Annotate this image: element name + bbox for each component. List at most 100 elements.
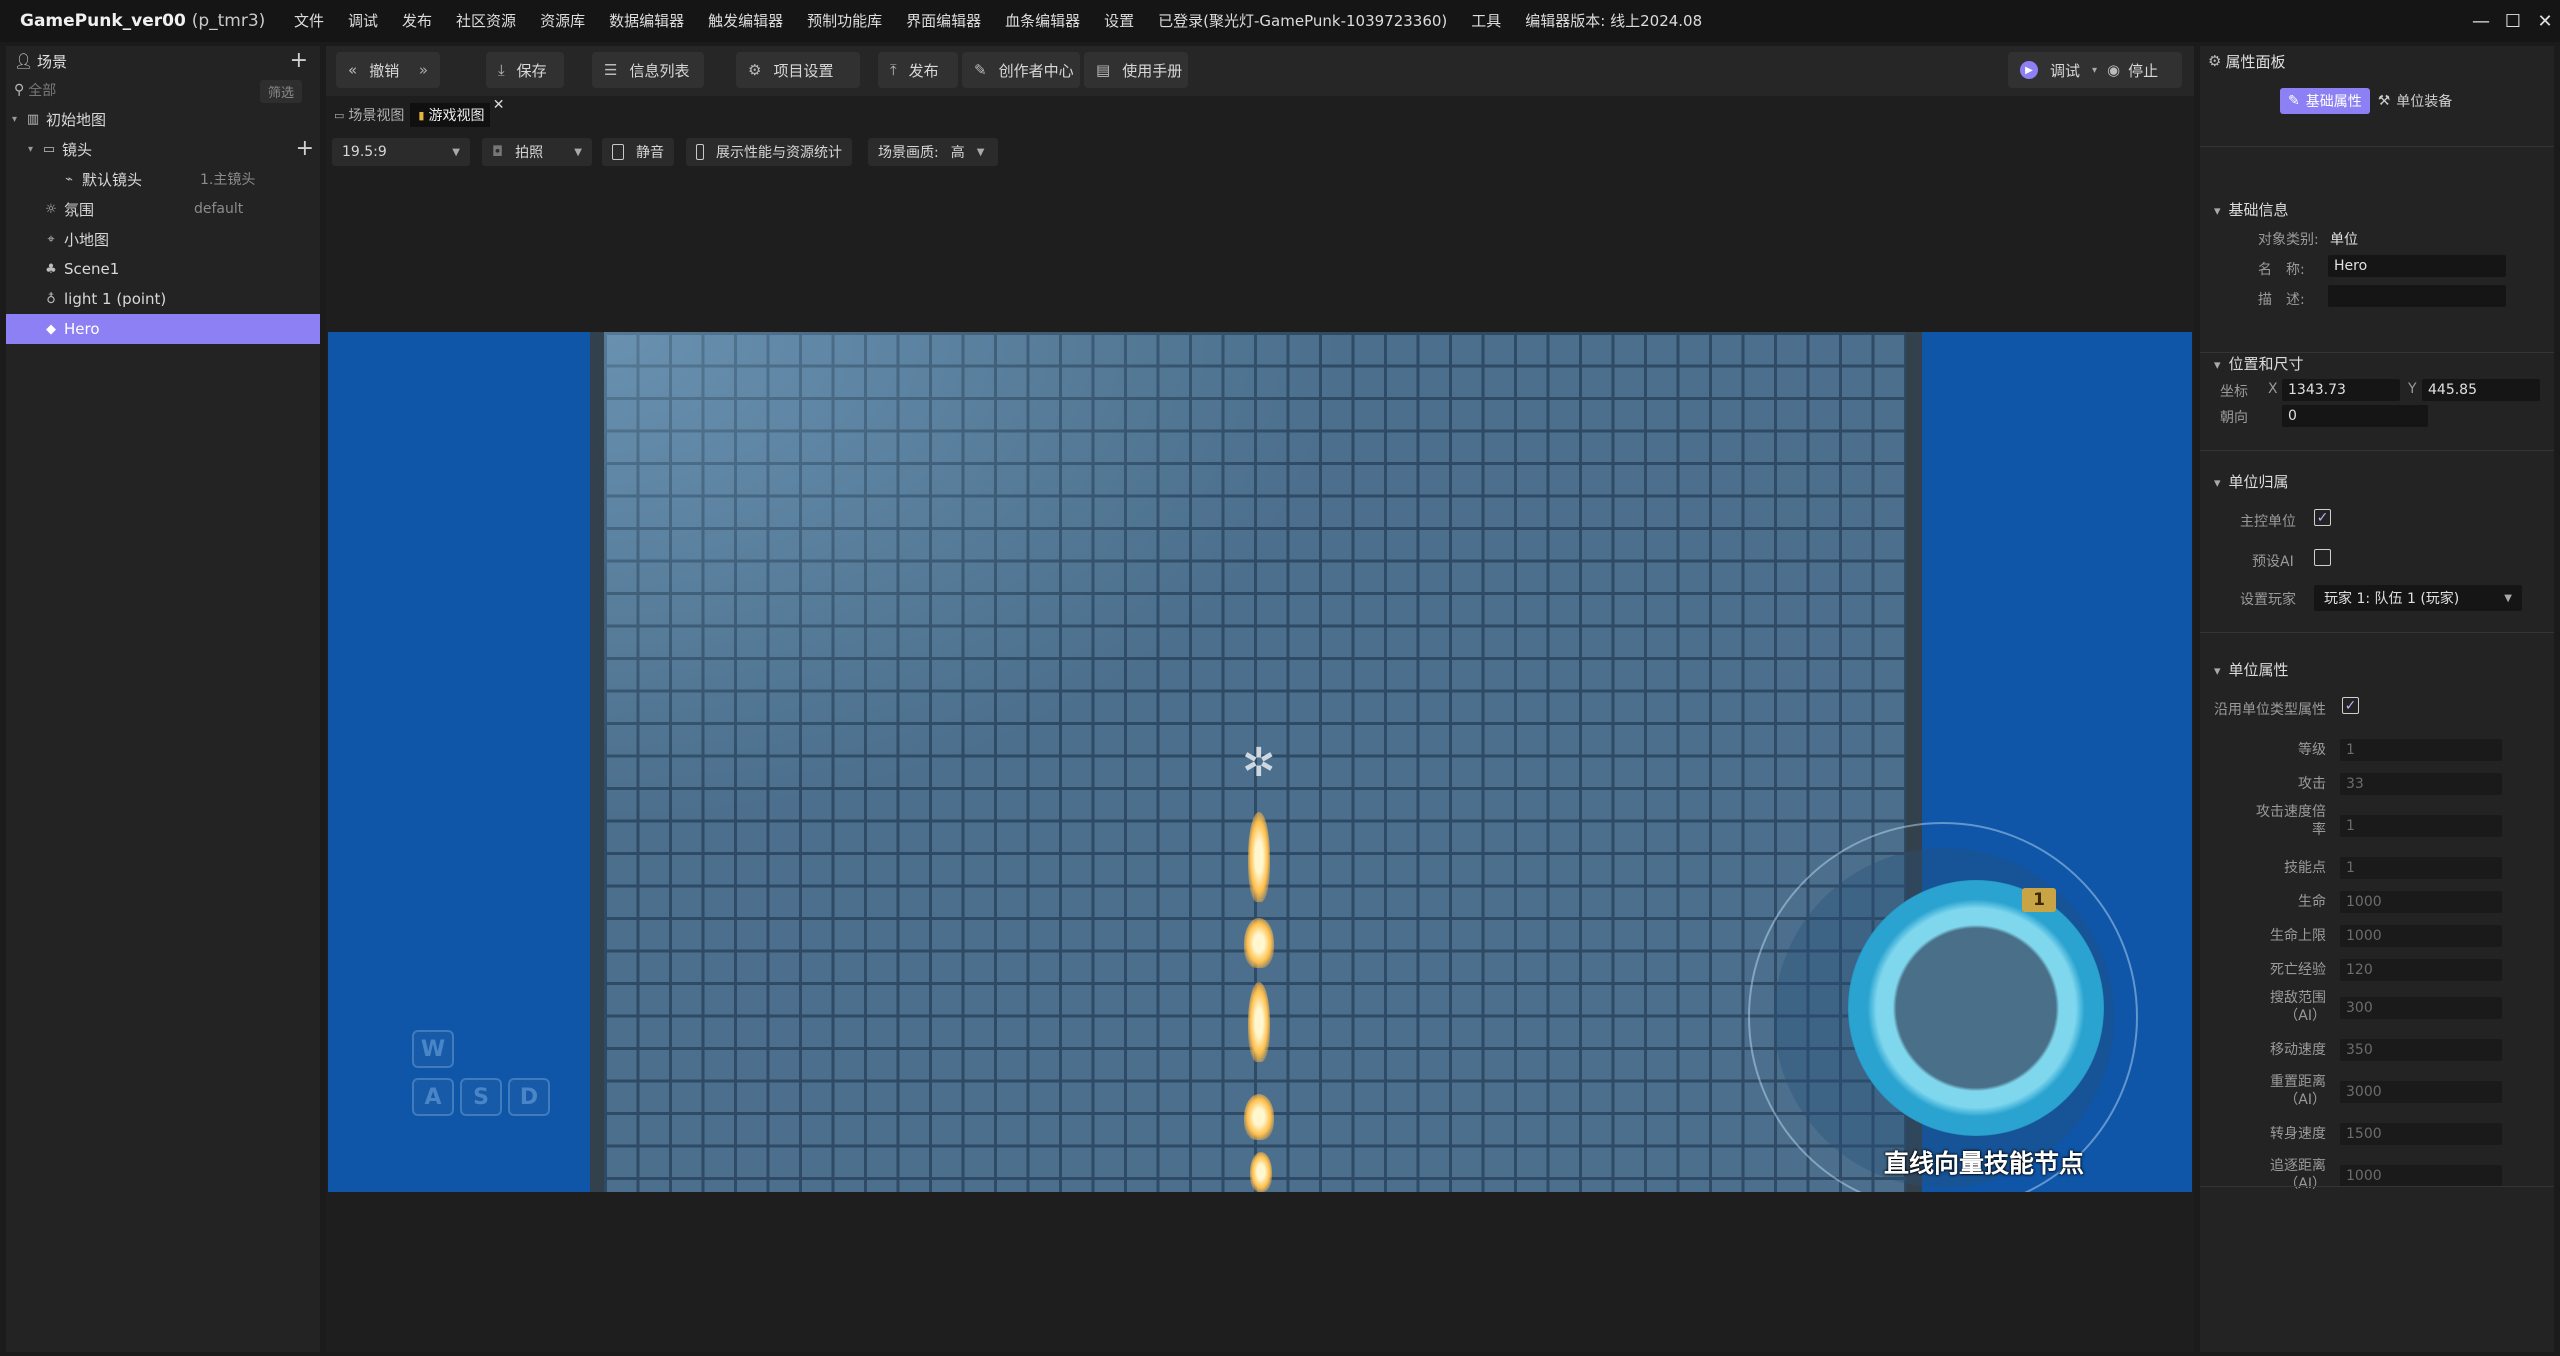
tree-item-minimap[interactable]: ⌖ 小地图 <box>6 224 320 254</box>
manual-button[interactable]: ▤ 使用手册 <box>1084 52 1188 88</box>
stats-label: 展示性能与资源统计 <box>716 145 842 161</box>
reset-distance-field[interactable]: 3000 <box>2340 1081 2502 1103</box>
tree-item-extra: 1.主镜头 <box>200 172 256 188</box>
expand-arrow-icon[interactable]: ▾ <box>12 114 24 125</box>
tab-scene-view[interactable]: ▭ 场景视图 <box>326 103 410 127</box>
publish-button[interactable]: ⤒ 发布 <box>878 52 958 88</box>
tab-basic-properties[interactable]: ✎ 基础属性 <box>2280 88 2370 114</box>
photo-button[interactable]: ◘ 拍照 ▼ <box>482 138 592 166</box>
quality-select[interactable]: 场景画质: 高 ▼ <box>868 138 998 166</box>
scene-search[interactable]: ⚲ 全部 筛选 <box>6 76 320 104</box>
menu-community[interactable]: 社区资源 <box>444 0 528 42</box>
attack-speed-label: 攻击速度倍率 <box>2256 804 2326 838</box>
game-viewport[interactable]: W A S D ✲ 1 直线向量技能节点 <box>328 332 2192 1192</box>
inherit-checkbox[interactable]: ✓ <box>2342 697 2359 714</box>
debug-button[interactable]: 调试 <box>2050 60 2080 81</box>
menu-healthbar-editor[interactable]: 血条编辑器 <box>993 0 1092 42</box>
mute-toggle[interactable]: 静音 <box>602 138 674 166</box>
max-health-field[interactable]: 1000 <box>2340 925 2502 947</box>
menu-settings[interactable]: 设置 <box>1092 0 1146 42</box>
menu-assets[interactable]: 资源库 <box>528 0 597 42</box>
preset-ai-checkbox[interactable] <box>2314 549 2331 566</box>
death-exp-field[interactable]: 120 <box>2340 959 2502 981</box>
main-unit-checkbox[interactable]: ✓ <box>2314 509 2331 526</box>
tree-item-default-camera[interactable]: ⌁ 默认镜头 1.主镜头 <box>6 164 320 194</box>
minimize-button[interactable]: — <box>2466 0 2496 42</box>
menu-file[interactable]: 文件 <box>282 0 336 42</box>
redo-icon[interactable]: » <box>419 61 428 79</box>
project-settings-button[interactable]: ⚙ 项目设置 <box>736 52 860 88</box>
name-field[interactable]: Hero <box>2328 255 2506 277</box>
info-list-button[interactable]: ☰ 信息列表 <box>592 52 704 88</box>
tree-item-hero[interactable]: ◆ Hero <box>6 314 320 344</box>
chase-distance-field[interactable]: 1000 <box>2340 1165 2502 1187</box>
key-a[interactable]: A <box>412 1078 454 1116</box>
x-field[interactable]: 1343.73 <box>2282 379 2400 401</box>
tab-label: 单位装备 <box>2396 94 2453 110</box>
publish-label: 发布 <box>908 61 939 80</box>
projectile-flame <box>1248 812 1270 902</box>
maximize-button[interactable]: ☐ <box>2498 0 2528 42</box>
description-field[interactable] <box>2328 285 2506 307</box>
key-s[interactable]: S <box>460 1078 502 1116</box>
tree-item-atmosphere[interactable]: ☼ 氛围 default <box>6 194 320 224</box>
menu-data-editor[interactable]: 数据编辑器 <box>597 0 696 42</box>
menu-publish[interactable]: 发布 <box>390 0 444 42</box>
section-title[interactable]: 位置和尺寸 <box>2214 353 2304 374</box>
facing-field[interactable]: 0 <box>2282 405 2428 427</box>
tab-unit-equipment[interactable]: ⚒ 单位装备 <box>2370 88 2461 114</box>
creator-center-button[interactable]: ✎ 创作者中心 <box>962 52 1080 88</box>
attack-speed-field[interactable]: 1 <box>2340 815 2502 837</box>
skill-points-field[interactable]: 1 <box>2340 857 2502 879</box>
turn-speed-field[interactable]: 1500 <box>2340 1123 2502 1145</box>
app-name: GamePunk_ver00 <box>20 11 186 31</box>
y-field[interactable]: 445.85 <box>2422 379 2540 401</box>
search-range-field[interactable]: 300 <box>2340 997 2502 1019</box>
tab-game-view[interactable]: ▮ 游戏视图 ✕ <box>410 97 504 127</box>
search-input[interactable]: 全部 <box>28 80 56 100</box>
stats-checkbox[interactable] <box>696 144 704 160</box>
add-scene-button[interactable]: + <box>290 50 308 72</box>
menu-debug[interactable]: 调试 <box>336 0 390 42</box>
section-title[interactable]: 基础信息 <box>2214 199 2289 220</box>
tree-item-camera[interactable]: ▾ ▭ 镜头 + <box>6 134 320 164</box>
menu-login-status[interactable]: 已登录(聚光灯-GamePunk-1039723360) <box>1146 0 1459 42</box>
save-button[interactable]: ⤓ 保存 <box>486 52 564 88</box>
undo-button[interactable]: « 撤销 » <box>336 52 440 88</box>
menu-prefab-library[interactable]: 预制功能库 <box>795 0 894 42</box>
debug-dropdown-icon[interactable]: ▾ <box>2092 65 2097 76</box>
stats-toggle[interactable]: 展示性能与资源统计 <box>686 138 852 166</box>
aspect-ratio-select[interactable]: 19.5:9 ▼ <box>332 138 470 166</box>
photo-label: 拍照 <box>515 145 544 161</box>
mute-checkbox[interactable] <box>612 144 624 160</box>
menu-ui-editor[interactable]: 界面编辑器 <box>894 0 993 42</box>
play-icon[interactable]: ▶ <box>2020 61 2038 79</box>
tree-item-label: Hero <box>64 320 100 338</box>
key-d[interactable]: D <box>508 1078 550 1116</box>
chevron-down-icon[interactable]: ▼ <box>574 147 582 158</box>
gamepad-icon: ▮ <box>418 108 425 122</box>
attack-field[interactable]: 33 <box>2340 773 2502 795</box>
player-select[interactable]: 玩家 1: 队伍 1 (玩家) ▼ <box>2314 585 2522 611</box>
menu-trigger-editor[interactable]: 触发编辑器 <box>696 0 795 42</box>
filter-button[interactable]: 筛选 <box>259 80 302 103</box>
add-camera-button[interactable]: + <box>296 138 314 160</box>
tree-item-initial-map[interactable]: ▾ ▥ 初始地图 <box>6 104 320 134</box>
section-title[interactable]: 单位归属 <box>2214 471 2289 492</box>
skill-joystick-knob[interactable] <box>1848 880 2104 1136</box>
tree-item-scene1[interactable]: ♣ Scene1 <box>6 254 320 284</box>
tree-item-light[interactable]: ♁ light 1 (point) <box>6 284 320 314</box>
section-title[interactable]: 单位属性 <box>2214 659 2289 680</box>
stop-button[interactable]: 停止 <box>2128 60 2158 81</box>
expand-arrow-icon[interactable]: ▾ <box>28 144 40 155</box>
health-field[interactable]: 1000 <box>2340 891 2502 913</box>
close-button[interactable]: ✕ <box>2530 0 2560 42</box>
property-panel: ⚙ 属性面板 ✎ 基础属性 ⚒ 单位装备 基础信息 对象类别: 单位 名 称: … <box>2200 46 2554 1352</box>
publish-icon: ⤒ <box>890 61 897 79</box>
key-w[interactable]: W <box>412 1030 454 1068</box>
stop-icon[interactable]: ◉ <box>2107 61 2120 79</box>
move-speed-field[interactable]: 350 <box>2340 1039 2502 1061</box>
level-field[interactable]: 1 <box>2340 739 2502 761</box>
close-tab-icon[interactable]: ✕ <box>493 97 505 113</box>
menu-tools[interactable]: 工具 <box>1459 0 1513 42</box>
